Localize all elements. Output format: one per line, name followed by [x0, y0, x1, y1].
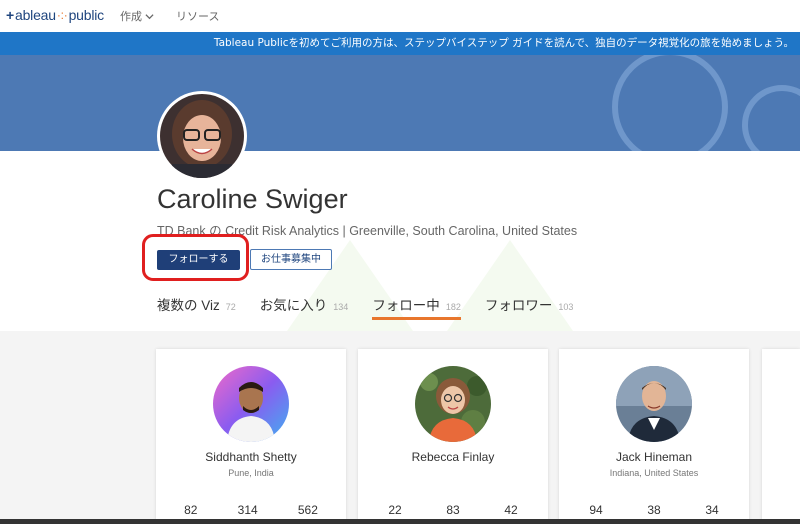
user-photo-icon — [616, 366, 692, 442]
tab-label: 複数の Viz — [157, 298, 220, 313]
user-avatar[interactable] — [213, 366, 289, 442]
chevron-down-icon — [145, 13, 154, 19]
stat-value: 562 — [297, 503, 318, 517]
stat-value: 314 — [237, 503, 258, 517]
profile-header-band — [0, 55, 800, 151]
nav-create-menu[interactable]: 作成 — [120, 8, 154, 24]
tab-favorites[interactable]: お気に入り 134 — [260, 294, 349, 320]
profile-photo-icon — [160, 94, 244, 178]
user-card[interactable]: Siddhanth Shetty Pune, India 82 314 562 — [156, 349, 346, 524]
user-stats: 94 38 34 — [559, 503, 749, 517]
stat-value: 94 — [589, 503, 603, 517]
user-card[interactable]: Jack Hineman Indiana, United States 94 3… — [559, 349, 749, 524]
open-to-work-button[interactable]: お仕事募集中 — [250, 249, 332, 270]
stat-value: 34 — [705, 503, 719, 517]
announcement-banner[interactable]: Tableau Publicを初めてご利用の方は、ステップバイステップ ガイドを… — [0, 32, 800, 55]
tableau-public-logo[interactable]: + ableau ·:· public — [6, 7, 104, 23]
stat-value: 82 — [184, 503, 198, 517]
user-location: Indiana, United States — [609, 468, 699, 478]
user-avatar[interactable] — [616, 366, 692, 442]
stat-value: 83 — [446, 503, 460, 517]
tab-vizzes[interactable]: 複数の Viz 72 — [157, 294, 236, 320]
decorative-circle — [612, 55, 728, 151]
user-card[interactable]: Rebecca Finlay 22 83 42 — [358, 349, 548, 524]
nav-resources-label: リソース — [176, 10, 220, 23]
stat-value: 42 — [504, 503, 518, 517]
stat-value: 22 — [388, 503, 402, 517]
tab-count: 103 — [558, 302, 574, 312]
tab-label: フォロー中 — [372, 298, 440, 313]
user-name[interactable]: Siddhanth Shetty — [156, 450, 346, 464]
tab-count: 72 — [225, 302, 236, 312]
tab-count: 182 — [445, 302, 461, 312]
tab-label: お気に入り — [259, 298, 328, 313]
tab-label: フォロワー — [484, 298, 553, 313]
user-photo-icon — [213, 366, 289, 442]
profile-avatar — [157, 91, 247, 181]
user-stats: 82 314 562 — [156, 503, 346, 517]
tab-count: 134 — [333, 302, 349, 312]
tab-followers[interactable]: フォロワー 103 — [485, 294, 574, 320]
tab-following[interactable]: フォロー中 182 — [372, 294, 461, 320]
nav-resources-link[interactable]: リソース — [176, 8, 219, 24]
nav-create-label: 作成 — [120, 10, 142, 23]
user-location: Pune, India — [228, 468, 274, 478]
user-stats: 22 83 42 — [358, 503, 548, 517]
follow-button[interactable]: フォローする — [157, 250, 240, 270]
user-photo-icon — [415, 366, 491, 442]
user-name[interactable]: Jack Hineman — [559, 450, 749, 464]
stat-value: 38 — [647, 503, 661, 517]
decorative-circle — [742, 85, 800, 151]
user-avatar[interactable] — [415, 366, 491, 442]
profile-tabs: 複数の Viz 72 お気に入り 134 フォロー中 182 フォロワー 103 — [157, 294, 597, 320]
user-card-partial[interactable] — [762, 349, 800, 524]
user-name[interactable]: Rebecca Finlay — [358, 450, 548, 464]
top-nav: + ableau ·:· public 作成 リソース — [0, 0, 800, 32]
profile-name: Caroline Swiger — [157, 184, 348, 214]
window-bottom-bar — [0, 519, 800, 524]
